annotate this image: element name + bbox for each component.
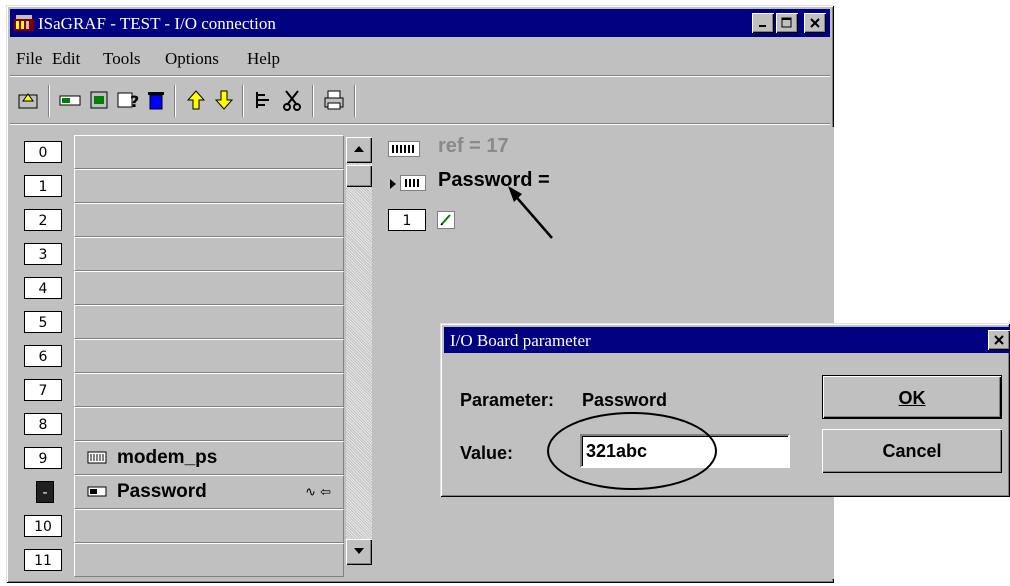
tree-icon[interactable] (252, 89, 276, 113)
slot-row-password[interactable]: Password ∿ ⇦ (74, 475, 344, 509)
slot-number[interactable]: 10 (24, 515, 62, 537)
slot-number[interactable]: 3 (24, 243, 62, 265)
slot-row[interactable] (74, 203, 344, 237)
minimize-button[interactable] (752, 13, 774, 33)
cancel-button-label: Cancel (882, 441, 942, 461)
open-board-icon[interactable] (16, 89, 40, 113)
slot-number[interactable]: 6 (24, 345, 62, 367)
annotation-ellipse (547, 412, 717, 490)
io-board-parameter-dialog: I/O Board parameter Parameter: Password … (440, 323, 1010, 497)
isagraf-app-icon (14, 15, 34, 31)
slot-label: modem_ps (117, 447, 218, 468)
parameter-label: Parameter: (460, 390, 555, 410)
board-module-icon (87, 485, 107, 498)
annotation-arrow (508, 186, 553, 239)
toolbar-separator (354, 85, 356, 117)
menu-edit[interactable]: Edit (52, 49, 80, 69)
cut-icon[interactable] (280, 89, 304, 113)
toolbar: ? (10, 81, 830, 121)
parameter-value: Password (582, 390, 668, 410)
close-icon (810, 18, 820, 28)
slot-row[interactable] (74, 407, 344, 441)
slot-number[interactable]: 1 (24, 175, 62, 197)
toolbar-separator (242, 85, 244, 117)
slot-row[interactable] (74, 271, 344, 305)
ok-button-label: OK (898, 388, 926, 408)
slot-row[interactable] (74, 169, 344, 203)
maximize-button[interactable] (776, 13, 798, 33)
menu-help[interactable]: Help (247, 49, 280, 69)
toolbar-separator (48, 85, 50, 117)
print-icon[interactable] (322, 89, 346, 113)
ref-board-icon (388, 141, 420, 157)
slot-row[interactable] (74, 543, 344, 577)
expand-arrow-icon[interactable] (388, 178, 398, 190)
board-icon[interactable] (88, 89, 112, 113)
slot-row[interactable] (74, 305, 344, 339)
param-board-icon (400, 175, 426, 191)
wave-arrow-icon: ∿ ⇦ (305, 485, 331, 500)
menu-separator (10, 75, 830, 77)
connect-icon[interactable] (58, 89, 82, 113)
ref-text: ref = 17 (438, 135, 509, 157)
close-icon (994, 335, 1004, 345)
slot-number[interactable]: 9 (24, 447, 62, 469)
toolbar-separator (312, 85, 314, 117)
vertical-scrollbar[interactable] (346, 137, 372, 565)
toolbar-separator-line (10, 123, 830, 125)
slot-number[interactable]: 2 (24, 209, 62, 231)
down-arrow-icon[interactable] (212, 89, 236, 113)
slot-number[interactable]: 7 (24, 379, 62, 401)
menu-tools[interactable]: Tools (103, 49, 141, 69)
slot-number[interactable]: 8 (24, 413, 62, 435)
edit-param-icon[interactable] (437, 211, 455, 229)
scroll-down-icon (354, 548, 364, 554)
menu-bar: File Edit Tools Options Help (10, 45, 830, 71)
slot-row[interactable] (74, 135, 344, 169)
maximize-icon (781, 17, 792, 28)
close-button[interactable] (804, 13, 826, 33)
scroll-up-icon (354, 146, 364, 152)
slot-number[interactable]: 0 (24, 141, 62, 163)
board-module-icon (87, 451, 107, 464)
up-arrow-icon[interactable] (184, 89, 208, 113)
menu-file[interactable]: File (16, 49, 42, 69)
dialog-title-bar[interactable]: I/O Board parameter (444, 327, 1010, 353)
channel-number[interactable]: 1 (388, 209, 426, 231)
menu-options[interactable]: Options (165, 49, 219, 69)
slot-row[interactable] (74, 373, 344, 407)
slot-row[interactable] (74, 237, 344, 271)
params-icon[interactable]: ? (116, 89, 140, 113)
slot-number[interactable]: 4 (24, 277, 62, 299)
ok-button[interactable]: OK (822, 375, 1002, 419)
slot-row[interactable] (74, 509, 344, 543)
scroll-thumb[interactable] (346, 165, 372, 187)
scroll-up-button[interactable] (346, 137, 372, 163)
slot-row[interactable] (74, 339, 344, 373)
cancel-button[interactable]: Cancel (822, 429, 1002, 473)
minimize-icon (759, 25, 766, 27)
delete-icon[interactable] (144, 89, 168, 113)
slot-row-modem-ps[interactable]: modem_ps (74, 441, 344, 475)
dialog-close-button[interactable] (988, 330, 1010, 350)
slot-label: Password (117, 481, 207, 502)
dialog-title: I/O Board parameter (450, 331, 591, 350)
toolbar-separator (174, 85, 176, 117)
slot-number-sub[interactable]: - (36, 481, 54, 503)
title-bar[interactable]: ISaGRAF - TEST - I/O connection (10, 9, 830, 37)
slot-number[interactable]: 11 (24, 549, 62, 571)
slot-number[interactable]: 5 (24, 311, 62, 333)
scroll-down-button[interactable] (346, 539, 372, 565)
window-title: ISaGRAF - TEST - I/O connection (38, 14, 276, 33)
value-label: Value: (460, 443, 514, 463)
svg-text:?: ? (130, 92, 139, 111)
